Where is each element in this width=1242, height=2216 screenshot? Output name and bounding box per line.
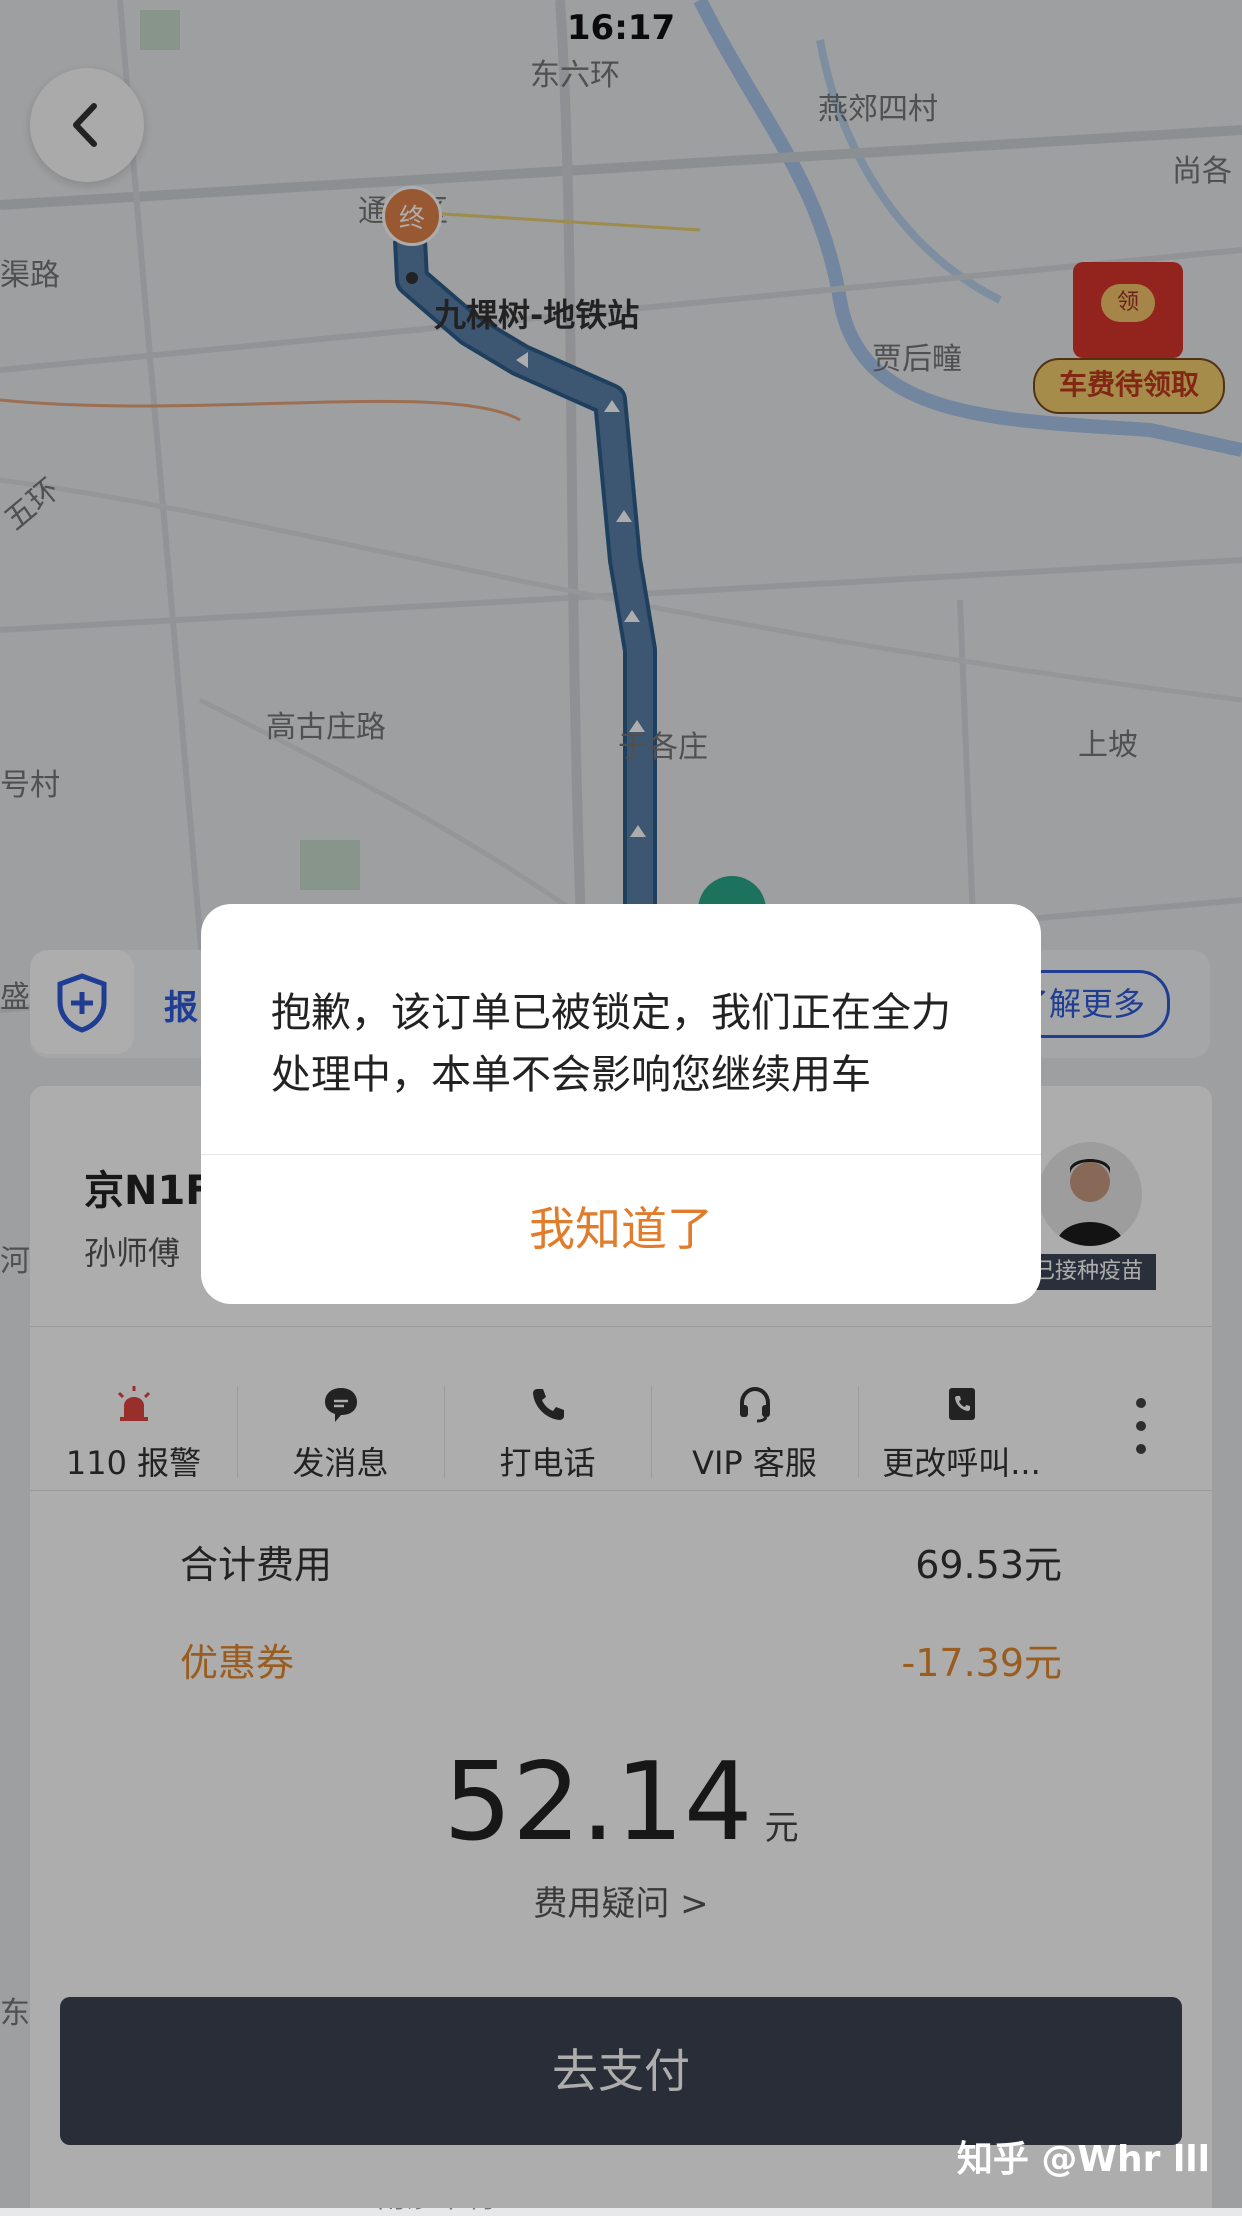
dialog-message: 抱歉，该订单已被锁定，我们正在全力处理中，本单不会影响您继续用车 [271,990,951,1098]
alert-dialog: 抱歉，该订单已被锁定，我们正在全力处理中，本单不会影响您继续用车 我知道了 [201,904,1041,1304]
dialog-confirm-button[interactable]: 我知道了 [201,1155,1041,1304]
watermark: 知乎 @Whr lll [956,2139,1210,2180]
